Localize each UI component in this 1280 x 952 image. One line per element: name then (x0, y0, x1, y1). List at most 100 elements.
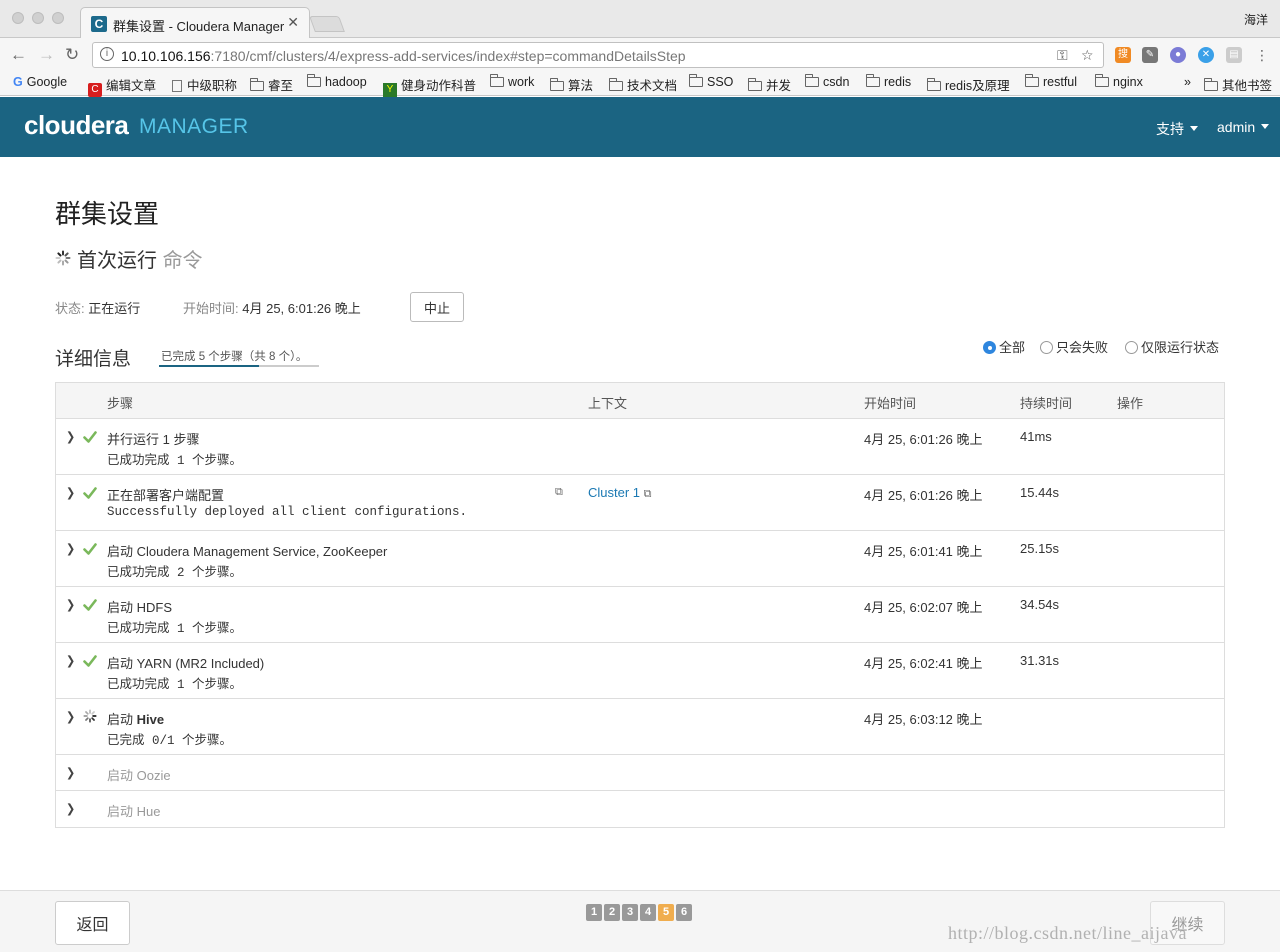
bookmark-edit-article[interactable]: C 编辑文章 (88, 75, 156, 97)
expand-chevron-icon[interactable]: ❯ (66, 541, 75, 555)
step-start-time: 4月 25, 6:02:07 晚上 (864, 600, 983, 615)
page-icon (172, 80, 182, 92)
fitness-icon: Y (383, 83, 397, 97)
progress-bar-fill (159, 365, 259, 367)
close-window-button[interactable] (12, 12, 24, 24)
bookmark-google[interactable]: G Google (13, 75, 67, 89)
step-duration: 41ms (1020, 429, 1052, 444)
reload-icon[interactable]: ↻ (65, 45, 79, 65)
step-start-time: 4月 25, 6:02:41 晚上 (864, 656, 983, 671)
bookmark-nginx[interactable]: nginx (1094, 74, 1143, 89)
browser-tab[interactable]: C 群集设置 - Cloudera Manager ✕ (80, 7, 310, 38)
admin-menu[interactable]: admin (1217, 119, 1270, 135)
table-row[interactable]: ❯ 启动 Oozie (56, 755, 1224, 791)
bookmark-redis-principles[interactable]: redis及原理 (926, 75, 1010, 94)
progress-bar (159, 365, 319, 367)
bookmark-label: nginx (1113, 75, 1143, 89)
bookmark-label: 睿至 (268, 79, 294, 93)
bookmark-star-icon[interactable]: ☆ (1081, 47, 1094, 64)
radio-icon (1040, 341, 1053, 354)
caret-down-icon (1261, 124, 1270, 129)
expand-chevron-icon[interactable]: ❯ (66, 429, 75, 443)
bookmark-hadoop[interactable]: hadoop (306, 74, 367, 89)
step-indicator-6: 6 (676, 904, 692, 921)
expand-chevron-icon[interactable]: ❯ (66, 485, 75, 499)
external-link-icon[interactable]: ⧉ (555, 486, 563, 499)
table-row[interactable]: ❯ 启动 Hue (56, 791, 1224, 827)
check-icon (83, 431, 97, 443)
bookmark-label: 并发 (766, 79, 792, 93)
bookmark-ruizhi[interactable]: 睿至 (249, 75, 294, 94)
back-button[interactable]: 返回 (55, 901, 130, 945)
expand-chevron-icon[interactable]: ❯ (66, 653, 75, 667)
bookmark-label: work (508, 75, 535, 89)
filter-running-radio[interactable]: 仅限运行状态 (1125, 337, 1219, 356)
folder-icon (306, 74, 321, 87)
context-link-cluster[interactable]: Cluster 1 ⧉ (588, 485, 652, 501)
table-row[interactable]: ❯ 并行运行 1 步骤 已成功完成 1 个步骤。 4月 25, 6:01:26 … (56, 419, 1224, 475)
url-host: 10.10.106.156 (121, 48, 211, 64)
bookmark-intermediate-title[interactable]: 中级职称 (172, 75, 237, 94)
cm-header: cloudera MANAGER 支持 admin (0, 97, 1280, 157)
step-summary: 已完成 0/1 个步骤。 (107, 734, 233, 748)
manager-logo-text[interactable]: MANAGER (139, 115, 249, 139)
extension-1-icon[interactable]: 搜 (1115, 47, 1131, 63)
extension-4-icon[interactable]: ✕ (1198, 47, 1214, 63)
support-menu[interactable]: 支持 (1156, 119, 1198, 139)
extension-3-icon[interactable]: ● (1170, 47, 1186, 63)
table-row[interactable]: ❯ 正在部署客户端配置 ⧉ Successfully deployed all … (56, 475, 1224, 531)
expand-chevron-icon[interactable]: ❯ (66, 765, 75, 779)
bookmark-tech-docs[interactable]: 技术文档 (608, 75, 677, 94)
support-label: 支持 (1156, 121, 1184, 137)
external-link-icon: ⧉ (643, 488, 652, 500)
command-title: 首次运行 命令 (77, 244, 203, 273)
evernote-extension-icon[interactable]: ✎ (1142, 47, 1158, 63)
table-row[interactable]: ❯ 启动 YARN (MR2 Included) 已成功完成 1 个步骤。 4月… (56, 643, 1224, 699)
bookmark-concurrency[interactable]: 并发 (747, 75, 792, 94)
abort-button[interactable]: 中止 (410, 292, 464, 322)
header-step: 步骤 (107, 396, 134, 411)
filter-all-radio[interactable]: 全部 (983, 337, 1025, 356)
table-row[interactable]: ❯ 启动 Cloudera Management Service, ZooKee… (56, 531, 1224, 587)
back-arrow-icon[interactable]: ← (10, 45, 27, 65)
status-label: 状态: (55, 301, 85, 316)
browser-menu-icon[interactable]: ⋮ (1255, 47, 1269, 64)
table-header: 步骤 上下文 开始时间 持续时间 操作 (56, 383, 1224, 419)
step-start-time: 4月 25, 6:01:26 晚上 (864, 488, 983, 503)
new-tab-button[interactable] (309, 16, 345, 32)
bookmark-fitness[interactable]: Y 健身动作科普 (383, 75, 476, 97)
address-bar[interactable]: i 10.10.106.156:7180/cmf/clusters/4/expr… (92, 42, 1104, 68)
bookmarks-overflow-icon[interactable]: » (1184, 75, 1191, 89)
url-path: :7180/cmf/clusters/4/express-add-service… (210, 48, 686, 64)
header-start-time: 开始时间 (864, 396, 917, 411)
forward-arrow-icon[interactable]: → (38, 45, 55, 65)
cloudera-logo[interactable]: cloudera (24, 110, 129, 141)
bookmark-other[interactable]: 其他书签 (1203, 75, 1272, 94)
expand-chevron-icon[interactable]: ❯ (66, 801, 75, 815)
details-title: 详细信息 (55, 349, 132, 370)
expand-chevron-icon[interactable]: ❯ (66, 597, 75, 611)
check-icon (83, 599, 97, 611)
header-context: 上下文 (588, 396, 628, 411)
table-row[interactable]: ❯ 启动 HDFS 已成功完成 1 个步骤。 4月 25, 6:02:07 晚上… (56, 587, 1224, 643)
tab-close-icon[interactable]: ✕ (287, 14, 299, 31)
bookmark-algorithm[interactable]: 算法 (549, 75, 593, 94)
filter-failures-radio[interactable]: 只会失败 (1040, 337, 1108, 356)
bookmark-work[interactable]: work (489, 74, 535, 89)
minimize-window-button[interactable] (32, 12, 44, 24)
spinner-icon (83, 709, 97, 723)
expand-chevron-icon[interactable]: ❯ (66, 709, 75, 723)
key-icon[interactable]: ⚿ (1057, 47, 1068, 64)
extension-5-icon[interactable]: ▤ (1226, 47, 1242, 63)
bookmark-restful[interactable]: restful (1024, 74, 1077, 89)
bookmark-csdn[interactable]: csdn (804, 74, 849, 89)
table-row[interactable]: ❯ 启动 Hive 已完成 0/1 个步骤。 4月 25, 6:03:12 晚上 (56, 699, 1224, 755)
watermark: http://blog.csdn.net/line_aijava (948, 923, 1187, 943)
bookmark-redis[interactable]: redis (865, 74, 911, 89)
step-summary: 已成功完成 1 个步骤。 (107, 622, 243, 636)
site-info-icon[interactable]: i (100, 47, 114, 61)
maximize-window-button[interactable] (52, 12, 64, 24)
bookmark-sso[interactable]: SSO (688, 74, 733, 89)
browser-profile-name[interactable]: 海洋 (1244, 11, 1268, 28)
folder-icon (688, 74, 703, 87)
